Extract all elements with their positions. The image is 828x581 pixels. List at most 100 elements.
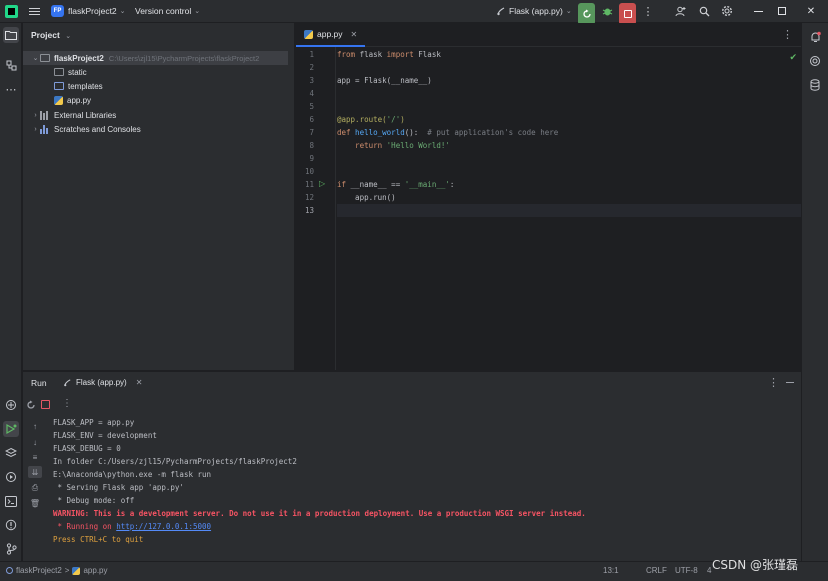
more-tabs-icon[interactable]: ⋮ bbox=[782, 28, 793, 41]
line-number: 11 bbox=[304, 180, 314, 189]
settings-gear-icon[interactable] bbox=[720, 0, 734, 22]
stop-button[interactable] bbox=[619, 3, 636, 25]
string-literal: '/' bbox=[386, 115, 401, 124]
more-actions-icon[interactable]: ⋮ bbox=[643, 0, 654, 22]
module-name: flask bbox=[355, 50, 387, 59]
database-icon[interactable] bbox=[807, 77, 823, 93]
line-number: 12 bbox=[304, 193, 314, 202]
editor-tab-app-py[interactable]: app.py ✕ bbox=[296, 23, 366, 47]
line-number-gutter: 1 2 3 4 5 6 7 8 9 10 11 12 13 ▷ bbox=[296, 47, 336, 370]
decorator: @app.route( bbox=[337, 115, 387, 124]
indent-setting[interactable]: 4 bbox=[707, 566, 711, 575]
layers-icon[interactable] bbox=[3, 445, 19, 461]
pycharm-logo-icon[interactable] bbox=[4, 0, 18, 22]
chevron-right-icon[interactable]: › bbox=[31, 126, 40, 133]
services-icon[interactable] bbox=[3, 469, 19, 485]
project-panel: Project ⌄ ⌄ flaskProject2 C:\Users\zjl15… bbox=[23, 23, 295, 370]
server-url-link[interactable]: http://127.0.0.1:5000 bbox=[116, 522, 211, 531]
main-menu-icon[interactable] bbox=[27, 0, 41, 22]
window-maximize-button[interactable] bbox=[776, 0, 788, 22]
tree-item-scratches[interactable]: › Scratches and Consoles bbox=[23, 122, 295, 136]
rerun-icon[interactable] bbox=[26, 400, 36, 412]
hide-panel-icon[interactable] bbox=[786, 382, 794, 383]
chevron-down-icon: ⌄ bbox=[565, 8, 572, 15]
search-icon[interactable] bbox=[697, 0, 711, 22]
run-tab-flask[interactable]: Flask (app.py) ✕ bbox=[63, 378, 142, 387]
keyword: from bbox=[337, 50, 356, 59]
arrow-up-icon[interactable]: ↑ bbox=[28, 420, 42, 432]
python-file-icon bbox=[72, 566, 81, 575]
problems-icon[interactable] bbox=[3, 517, 19, 533]
tree-item-templates[interactable]: templates bbox=[23, 79, 295, 93]
chevron-right-icon[interactable]: › bbox=[31, 112, 40, 119]
line-ending[interactable]: CRLF bbox=[646, 566, 667, 575]
rerun-icon bbox=[582, 9, 591, 18]
console-line: FLASK_DEBUG = 0 bbox=[53, 444, 121, 453]
navigation-breadcrumb: flaskProject2 > app.py bbox=[6, 566, 108, 575]
notifications-bell-icon[interactable] bbox=[807, 29, 823, 45]
right-tool-strip bbox=[801, 23, 828, 561]
decorator: ) bbox=[400, 115, 405, 124]
soft-wrap-icon[interactable]: ≡ bbox=[28, 451, 42, 463]
console-line: * Serving Flask app 'app.py' bbox=[53, 483, 184, 492]
keyword: import bbox=[386, 50, 414, 59]
file-encoding[interactable]: UTF-8 bbox=[675, 566, 698, 575]
project-switcher[interactable]: FP flaskProject2 ⌄ bbox=[51, 0, 126, 22]
stop-icon[interactable] bbox=[41, 400, 50, 409]
flask-icon bbox=[497, 7, 505, 16]
structure-icon[interactable] bbox=[3, 57, 19, 73]
rerun-button[interactable] bbox=[578, 3, 595, 25]
title-bar: FP flaskProject2 ⌄ Version control ⌄ Fla… bbox=[0, 0, 828, 25]
breadcrumb-file[interactable]: app.py bbox=[83, 566, 107, 575]
print-icon[interactable]: ⎙ bbox=[28, 482, 42, 494]
python-packages-icon[interactable] bbox=[3, 397, 19, 413]
console-line: FLASK_APP = app.py bbox=[53, 418, 135, 427]
tree-item-app-py[interactable]: app.py bbox=[23, 93, 295, 107]
close-tab-icon[interactable]: ✕ bbox=[136, 378, 143, 387]
code-area[interactable]: from flask import Flask app = Flask(__na… bbox=[337, 47, 801, 370]
console-line: E:\Anaconda\python.exe -m flask run bbox=[53, 470, 212, 479]
project-tool-folder-icon[interactable] bbox=[3, 27, 19, 43]
more-actions-icon[interactable]: ⋮ bbox=[62, 398, 72, 409]
project-path: C:\Users\zjl15\PycharmProjects\flaskProj… bbox=[108, 53, 260, 63]
folder-icon bbox=[54, 68, 64, 76]
run-config-selector[interactable]: Flask (app.py) ⌄ bbox=[496, 0, 572, 22]
scroll-to-end-icon[interactable]: ⇊ bbox=[28, 466, 42, 478]
arrow-down-icon[interactable]: ↓ bbox=[28, 436, 42, 448]
line-number: 5 bbox=[309, 102, 314, 111]
terminal-icon[interactable] bbox=[3, 493, 19, 509]
expression: __name__ == bbox=[346, 180, 405, 189]
debug-button[interactable] bbox=[600, 0, 614, 22]
line-number: 10 bbox=[304, 167, 314, 176]
code-editor: app.py ✕ ⋮ ✔ 1 2 3 4 5 6 7 8 9 10 11 12 … bbox=[296, 23, 801, 370]
tree-item-external-libraries[interactable]: › External Libraries bbox=[23, 108, 295, 122]
chevron-down-icon[interactable]: ⌄ bbox=[31, 54, 40, 62]
git-icon[interactable] bbox=[3, 541, 19, 557]
tree-item-label: Scratches and Consoles bbox=[54, 124, 141, 134]
project-panel-title[interactable]: Project ⌄ bbox=[31, 30, 71, 40]
ai-assistant-icon[interactable] bbox=[807, 53, 823, 69]
folder-icon bbox=[40, 54, 50, 62]
version-control-menu[interactable]: Version control ⌄ bbox=[135, 0, 200, 22]
csdn-watermark: CSDN @张瑾磊 bbox=[712, 558, 799, 572]
tree-item-root[interactable]: ⌄ flaskProject2 C:\Users\zjl15\PycharmPr… bbox=[23, 51, 288, 65]
string-literal: 'Hello World!' bbox=[382, 141, 450, 150]
run-gutter-play-icon[interactable]: ▷ bbox=[319, 179, 325, 188]
trash-icon[interactable]: 🗑 bbox=[28, 497, 42, 509]
run-tool-icon[interactable] bbox=[3, 421, 19, 437]
code-with-me-icon[interactable] bbox=[673, 0, 687, 22]
window-close-button[interactable]: ✕ bbox=[805, 0, 817, 22]
breadcrumb-project[interactable]: flaskProject2 bbox=[16, 566, 62, 575]
caret-position[interactable]: 13:1 bbox=[603, 566, 619, 575]
run-toolbar: ⋮ bbox=[23, 396, 801, 414]
line-number-current: 13 bbox=[304, 206, 314, 215]
line-number: 6 bbox=[309, 115, 314, 124]
more-tools-icon[interactable]: ⋯ bbox=[3, 81, 19, 97]
line-number: 9 bbox=[309, 154, 314, 163]
more-options-icon[interactable]: ⋮ bbox=[768, 376, 779, 389]
code-line-8: return 'Hello World!' bbox=[337, 139, 801, 152]
window-minimize-button[interactable] bbox=[752, 0, 764, 22]
string-literal: '__main__' bbox=[404, 180, 450, 189]
tree-item-static[interactable]: static bbox=[23, 65, 295, 79]
close-tab-icon[interactable]: ✕ bbox=[351, 30, 358, 39]
